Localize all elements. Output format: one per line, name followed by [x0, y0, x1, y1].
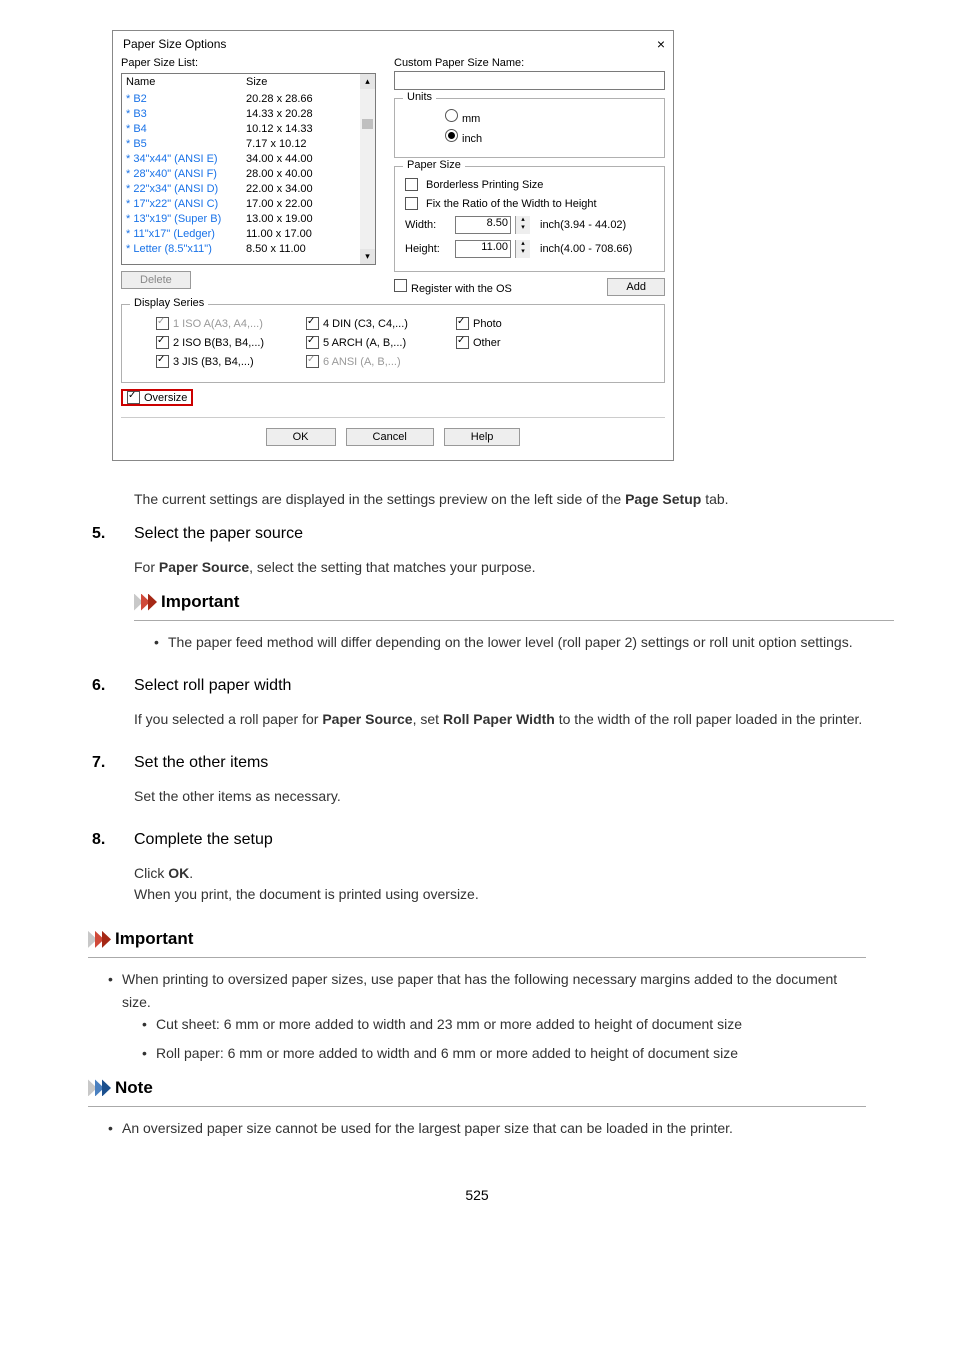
series-item[interactable]: 4 DIN (C3, C4,...) [306, 317, 456, 330]
width-range: inch(3.94 - 44.02) [540, 219, 626, 231]
help-button[interactable]: Help [444, 428, 521, 446]
note-header: Note [115, 1078, 153, 1098]
list-item[interactable]: * B57.17 x 10.12 [126, 137, 371, 152]
checkbox-icon[interactable] [156, 336, 169, 349]
list-item[interactable]: * B220.28 x 28.66 [126, 92, 371, 107]
list-col-name: Name [126, 76, 246, 88]
oversize-checkbox[interactable] [127, 391, 140, 404]
step-5-title: Select the paper source [134, 525, 894, 543]
borderless-label: Borderless Printing Size [426, 179, 543, 191]
series-item-label: 2 ISO B(B3, B4,...) [173, 337, 264, 349]
paper-size-legend: Paper Size [403, 159, 465, 171]
outer-important-sub1: Cut sheet: 6 mm or more added to width a… [142, 1013, 866, 1035]
step-6-title: Select roll paper width [134, 677, 894, 695]
display-series-fieldset: Display Series 1 ISO A(A3, A4,...)4 DIN … [121, 304, 665, 383]
dialog-title: Paper Size Options [123, 37, 226, 51]
list-item[interactable]: * B314.33 x 20.28 [126, 107, 371, 122]
series-item-label: Other [473, 337, 501, 349]
scroll-up-icon[interactable]: ▴ [360, 74, 375, 89]
paper-size-options-dialog: Paper Size Options × Paper Size List: Na… [112, 30, 674, 461]
series-item-label: Photo [473, 318, 502, 330]
height-spinner[interactable]: ▴▾ [515, 240, 530, 258]
page-number: 525 [60, 1187, 894, 1203]
paper-size-fieldset: Paper Size Borderless Printing Size Fix … [394, 166, 665, 272]
radio-mm[interactable]: mm [445, 109, 480, 125]
checkbox-icon[interactable] [306, 336, 319, 349]
list-item[interactable]: * 17"x22" (ANSI C)17.00 x 22.00 [126, 197, 371, 212]
borderless-checkbox[interactable] [405, 178, 418, 191]
list-col-size: Size [246, 76, 371, 88]
important-icon [134, 594, 155, 611]
units-fieldset: Units mm inch [394, 98, 665, 158]
list-item[interactable]: * 22"x34" (ANSI D)22.00 x 34.00 [126, 182, 371, 197]
height-input[interactable]: 11.00 [455, 240, 511, 258]
note-body-item: An oversized paper size cannot be used f… [108, 1117, 866, 1139]
preview-text: The current settings are displayed in th… [134, 491, 894, 507]
radio-inch[interactable]: inch [445, 129, 482, 145]
paper-size-list-label: Paper Size List: [121, 57, 376, 69]
ok-button[interactable]: OK [266, 428, 336, 446]
important-header: Important [115, 929, 193, 949]
important-icon [88, 931, 109, 948]
note-icon [88, 1079, 109, 1096]
step-5: Select the paper source For Paper Source… [88, 525, 894, 653]
checkbox-icon[interactable] [456, 336, 469, 349]
units-legend: Units [403, 91, 436, 103]
checkbox-icon [156, 317, 169, 330]
fix-ratio-label: Fix the Ratio of the Width to Height [426, 198, 597, 210]
height-label: Height: [405, 243, 451, 255]
series-item: 6 ANSI (A, B,...) [306, 355, 456, 368]
width-input[interactable]: 8.50 [455, 216, 511, 234]
step-7-body: Set the other items as necessary. [134, 786, 894, 807]
series-item-label: 3 JIS (B3, B4,...) [173, 356, 254, 368]
list-item[interactable]: * B410.12 x 14.33 [126, 122, 371, 137]
list-item[interactable]: * 11"x17" (Ledger)11.00 x 17.00 [126, 227, 371, 242]
list-item[interactable]: * 28"x40" (ANSI F)28.00 x 40.00 [126, 167, 371, 182]
oversize-label: Oversize [144, 392, 187, 404]
custom-name-input[interactable] [394, 71, 665, 90]
series-item-label: 5 ARCH (A, B,...) [323, 337, 406, 349]
register-os-row[interactable]: Register with the OS [394, 279, 512, 295]
step-6: Select roll paper width If you selected … [88, 677, 894, 730]
checkbox-icon[interactable] [306, 317, 319, 330]
scrollbar-thumb[interactable] [362, 119, 373, 129]
paper-size-list[interactable]: Name Size * B220.28 x 28.66* B314.33 x 2… [121, 73, 376, 265]
series-item-label: 4 DIN (C3, C4,...) [323, 318, 408, 330]
step-5-important-item: The paper feed method will differ depend… [154, 631, 894, 653]
cancel-button[interactable]: Cancel [346, 428, 434, 446]
scroll-down-icon[interactable]: ▾ [360, 249, 375, 264]
series-item[interactable]: 2 ISO B(B3, B4,...) [156, 336, 306, 349]
outer-important-item: When printing to oversized paper sizes, … [108, 968, 866, 1064]
series-item[interactable]: Photo [456, 317, 576, 330]
outer-important-sub2: Roll paper: 6 mm or more added to width … [142, 1042, 866, 1064]
step-7: Set the other items Set the other items … [88, 754, 894, 807]
list-item[interactable]: * Letter (8.5"x11")8.50 x 11.00 [126, 242, 371, 257]
step-7-title: Set the other items [134, 754, 894, 772]
height-range: inch(4.00 - 708.66) [540, 243, 632, 255]
checkbox-icon [306, 355, 319, 368]
oversize-highlight: Oversize [121, 389, 193, 406]
width-label: Width: [405, 219, 451, 231]
close-icon[interactable]: × [657, 37, 665, 51]
series-item[interactable]: 3 JIS (B3, B4,...) [156, 355, 306, 368]
series-item[interactable]: 5 ARCH (A, B,...) [306, 336, 456, 349]
step-8-title: Complete the setup [134, 831, 894, 849]
series-item[interactable]: Other [456, 336, 576, 349]
display-series-legend: Display Series [130, 297, 208, 309]
checkbox-icon[interactable] [156, 355, 169, 368]
checkbox-icon[interactable] [456, 317, 469, 330]
fix-ratio-checkbox[interactable] [405, 197, 418, 210]
width-spinner[interactable]: ▴▾ [515, 216, 530, 234]
important-header: Important [161, 592, 239, 612]
list-item[interactable]: * 13"x19" (Super B)13.00 x 19.00 [126, 212, 371, 227]
series-item-label: 1 ISO A(A3, A4,...) [173, 318, 263, 330]
add-button[interactable]: Add [607, 278, 665, 296]
list-item[interactable]: * 34"x44" (ANSI E)34.00 x 44.00 [126, 152, 371, 167]
custom-name-label: Custom Paper Size Name: [394, 57, 665, 69]
step-8: Complete the setup Click OK. When you pr… [88, 831, 894, 905]
scrollbar-track[interactable] [360, 89, 375, 249]
delete-button[interactable]: Delete [121, 271, 191, 289]
series-item: 1 ISO A(A3, A4,...) [156, 317, 306, 330]
series-item-label: 6 ANSI (A, B,...) [323, 356, 401, 368]
